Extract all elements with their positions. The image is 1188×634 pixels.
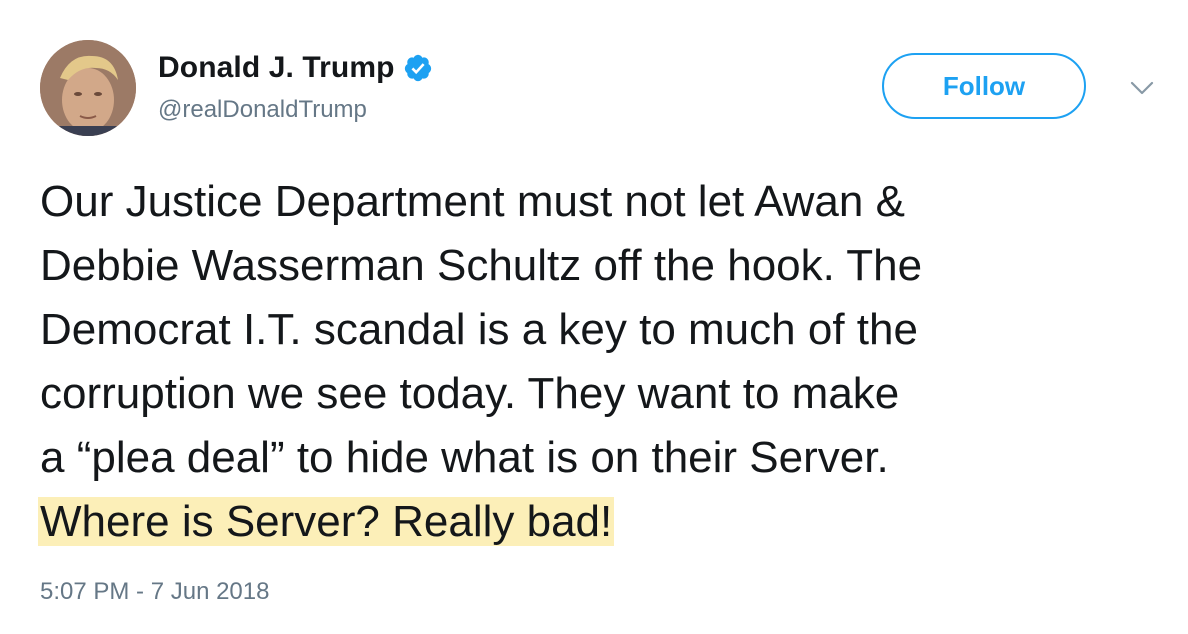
- author-display-name[interactable]: Donald J. Trump: [158, 51, 395, 85]
- author-avatar[interactable]: [40, 40, 136, 136]
- tweet-card: Donald J. Trump @realDonaldTrump Follow …: [0, 0, 1188, 634]
- profile-photo-icon: [40, 40, 136, 136]
- author-handle[interactable]: @realDonaldTrump: [158, 96, 367, 124]
- tweet-text: Our Justice Department must not let Awan…: [38, 170, 1170, 554]
- tweet-timestamp[interactable]: 5:07 PM - 7 Jun 2018: [40, 578, 269, 606]
- tweet-line: Our Justice Department must not let Awan…: [40, 177, 905, 226]
- follow-button[interactable]: Follow: [882, 53, 1086, 119]
- tweet-line: a “plea deal” to hide what is on their S…: [40, 433, 889, 482]
- tweet-line-highlighted: Where is Server? Really bad!: [38, 490, 1170, 554]
- tweet-line: Democrat I.T. scandal is a key to much o…: [40, 305, 918, 354]
- verified-badge-icon: [404, 54, 431, 82]
- author-name-row: Donald J. Trump: [158, 48, 433, 88]
- tweet-line: Debbie Wasserman Schultz off the hook. T…: [40, 241, 923, 290]
- tweet-line: corruption we see today. They want to ma…: [40, 369, 900, 418]
- chevron-down-icon[interactable]: [1128, 78, 1156, 98]
- highlighted-text: Where is Server? Really bad!: [38, 497, 615, 546]
